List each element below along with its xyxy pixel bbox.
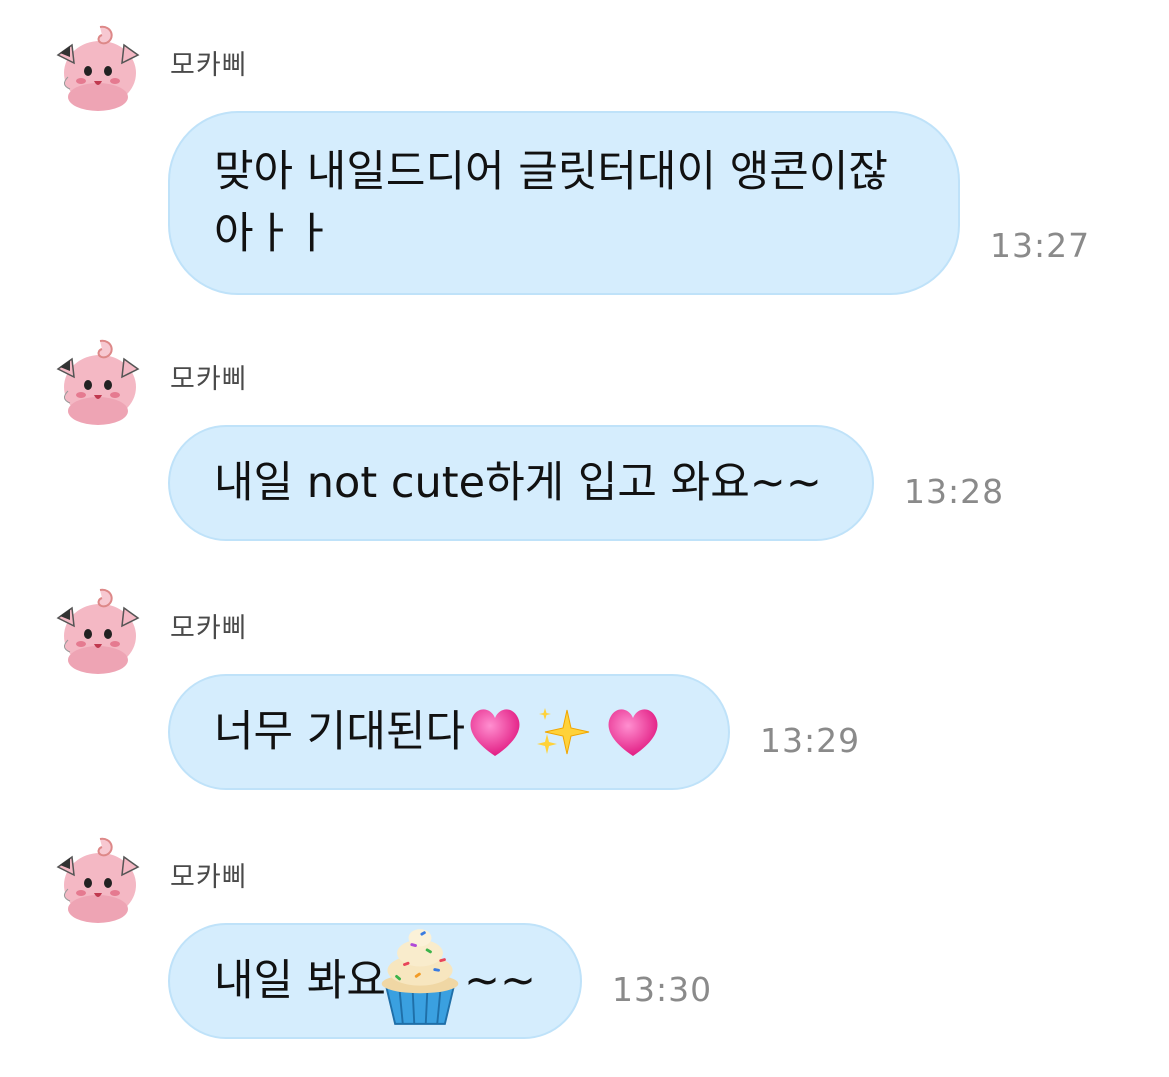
message-text-tail: ~~ — [463, 956, 536, 1006]
chat-thread[interactable]: 모카삐 맞아 내일드디어 글릿터대이 앵콘이잖아ㅏㅏ 13:27 모카삐 내일 … — [0, 0, 1169, 1077]
message-time: 13:27 — [990, 226, 1091, 265]
pink-creature-avatar-icon — [48, 827, 148, 927]
sender-name: 모카삐 — [170, 50, 248, 81]
message-row: 내일 not cute하게 입고 와요~~ 13:28 — [168, 425, 1004, 541]
cupcake-icon — [381, 929, 459, 1025]
avatar[interactable] — [48, 827, 148, 927]
message-row: 너무 기대된다 13:29 — [168, 674, 860, 790]
pink-creature-avatar-icon — [48, 15, 148, 115]
sender-name: 모카삐 — [170, 862, 248, 893]
message-bubble[interactable]: 내일 not cute하게 입고 와요~~ — [168, 425, 874, 541]
message-bubble[interactable]: 너무 기대된다 — [168, 674, 730, 790]
avatar[interactable] — [48, 15, 148, 115]
message-time: 13:30 — [612, 970, 713, 1009]
avatar[interactable] — [48, 329, 148, 429]
sender-name: 모카삐 — [170, 364, 248, 395]
sender-name: 모카삐 — [170, 613, 248, 644]
message-bubble[interactable]: 맞아 내일드디어 글릿터대이 앵콘이잖아ㅏㅏ — [168, 111, 960, 295]
message-row: 내일 봐요 ~~ 13:30 — [168, 923, 712, 1039]
message-time: 13:28 — [904, 472, 1005, 511]
message-row: 맞아 내일드디어 글릿터대이 앵콘이잖아ㅏㅏ 13:27 — [168, 111, 1090, 295]
pink-creature-avatar-icon — [48, 578, 148, 678]
sparkles-icon — [537, 708, 590, 755]
avatar[interactable] — [48, 578, 148, 678]
heart-icon — [608, 709, 658, 756]
message-time: 13:29 — [760, 721, 861, 760]
heart-icon — [470, 709, 520, 756]
message-bubble[interactable]: 내일 봐요 ~~ — [168, 923, 582, 1039]
message-text: 내일 봐요 — [214, 956, 386, 1006]
message-text: 너무 기대된다 — [214, 707, 466, 757]
pink-creature-avatar-icon — [48, 329, 148, 429]
